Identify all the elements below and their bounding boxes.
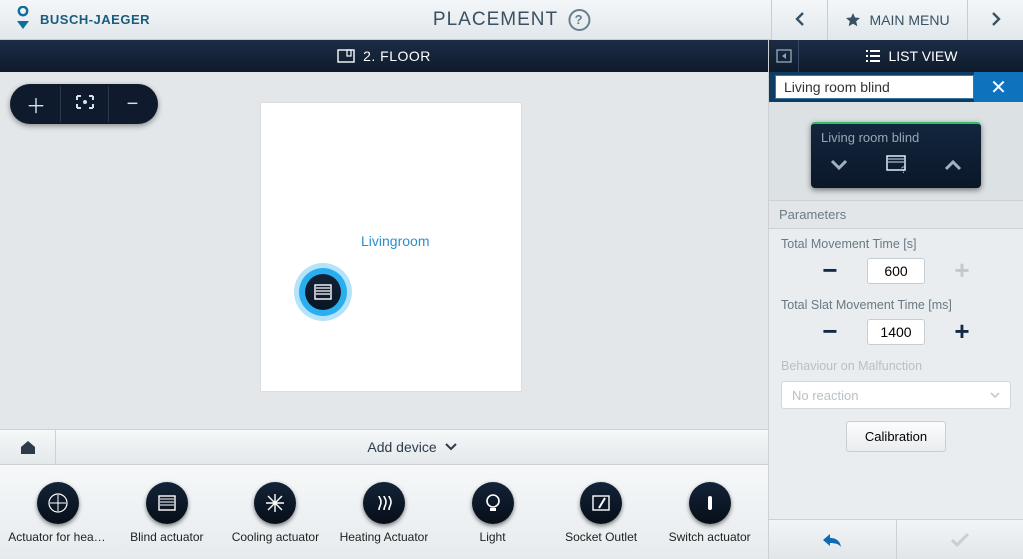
heat-icon — [373, 492, 395, 514]
zoom-fit-button[interactable] — [60, 86, 108, 122]
floor-icon — [337, 49, 355, 63]
blind-icon — [157, 494, 177, 512]
confirm-button — [896, 520, 1023, 559]
param-malfunction-label: Behaviour on Malfunction — [781, 359, 1011, 373]
snowflake-icon — [264, 492, 286, 514]
bulb-icon — [484, 493, 502, 513]
zoom-out-button[interactable]: − — [108, 86, 156, 122]
malfunction-value: No reaction — [792, 388, 858, 403]
room-rect[interactable]: Livingroom — [260, 102, 522, 392]
svg-text:?: ? — [901, 165, 906, 174]
nav-prev-button[interactable] — [771, 0, 827, 40]
slat-time-increase[interactable]: + — [947, 316, 977, 347]
palette-label: Socket Outlet — [565, 530, 637, 544]
device-search-input[interactable] — [775, 75, 974, 99]
home-button[interactable] — [0, 429, 56, 465]
heat-cool-icon — [47, 492, 69, 514]
nav-next-button[interactable] — [967, 0, 1023, 40]
movement-time-input[interactable] — [867, 258, 925, 284]
blind-icon — [313, 283, 333, 301]
socket-icon — [591, 494, 611, 512]
calibration-button[interactable]: Calibration — [846, 421, 946, 452]
movement-time-increase[interactable]: + — [947, 255, 977, 286]
selected-device-card[interactable]: Living room blind ? — [811, 122, 981, 188]
palette-label: Light — [480, 530, 506, 544]
slat-time-input[interactable] — [867, 319, 925, 345]
palette-label: Heating Actuator — [340, 530, 429, 544]
palette-socket-outlet[interactable]: Socket Outlet — [551, 482, 651, 544]
switch-icon — [701, 493, 719, 513]
palette-label: Cooling actuator — [232, 530, 319, 544]
floor-bar[interactable]: 2. FLOOR — [0, 40, 768, 72]
floor-label: 2. FLOOR — [363, 48, 431, 64]
list-icon — [865, 50, 881, 62]
movement-time-decrease[interactable]: − — [815, 255, 845, 286]
device-type-icon: ? — [885, 154, 907, 180]
parameters-header: Parameters — [769, 200, 1023, 229]
zoom-cluster: ＋ − — [10, 84, 158, 124]
chevron-down-icon — [445, 443, 457, 451]
list-view-toggle[interactable]: LIST VIEW — [799, 48, 1023, 64]
palette-blind-actuator[interactable]: Blind actuator — [117, 482, 217, 544]
room-label: Livingroom — [361, 233, 429, 249]
brand-text: BUSCH-JAEGER — [40, 12, 150, 27]
main-menu-button[interactable]: MAIN MENU — [827, 0, 967, 40]
home-icon — [19, 439, 37, 455]
floorplan-canvas[interactable]: ＋ − Livingroom — [0, 72, 768, 429]
undo-button[interactable] — [769, 520, 896, 559]
page-title: PLACEMENT — [433, 9, 558, 31]
zoom-in-button[interactable]: ＋ — [12, 86, 60, 122]
placed-device-blind[interactable] — [299, 268, 347, 316]
palette-heating-actuator[interactable]: Heating Actuator — [334, 482, 434, 544]
device-card-name: Living room blind — [811, 124, 981, 145]
list-view-label: LIST VIEW — [889, 48, 958, 64]
chevron-down-icon — [990, 392, 1000, 398]
slat-time-decrease[interactable]: − — [815, 316, 845, 347]
palette-light[interactable]: Light — [443, 482, 543, 544]
main-menu-label: MAIN MENU — [869, 12, 949, 28]
palette-label: Switch actuator — [669, 530, 751, 544]
palette-cooling-actuator[interactable]: Cooling actuator — [225, 482, 325, 544]
palette-actuator-heating-cooling[interactable]: Actuator for heati… — [8, 482, 108, 544]
brand-logo-icon — [14, 6, 32, 33]
search-clear-button[interactable]: ✕ — [974, 72, 1023, 102]
param-movement-time-label: Total Movement Time [s] — [781, 237, 1011, 251]
palette-label: Blind actuator — [130, 530, 203, 544]
malfunction-select[interactable]: No reaction — [781, 381, 1011, 409]
palette-switch-actuator[interactable]: Switch actuator — [660, 482, 760, 544]
palette-label: Actuator for heati… — [8, 530, 108, 544]
brand-logo: BUSCH-JAEGER — [0, 6, 150, 33]
help-icon[interactable]: ? — [568, 9, 590, 31]
panel-collapse-button[interactable] — [769, 40, 799, 72]
device-up-button[interactable] — [943, 155, 963, 178]
add-device-label: Add device — [367, 439, 436, 455]
add-device-dropdown[interactable]: Add device — [56, 439, 768, 455]
device-down-button[interactable] — [829, 155, 849, 178]
star-icon — [845, 12, 861, 28]
param-slat-time-label: Total Slat Movement Time [ms] — [781, 298, 1011, 312]
